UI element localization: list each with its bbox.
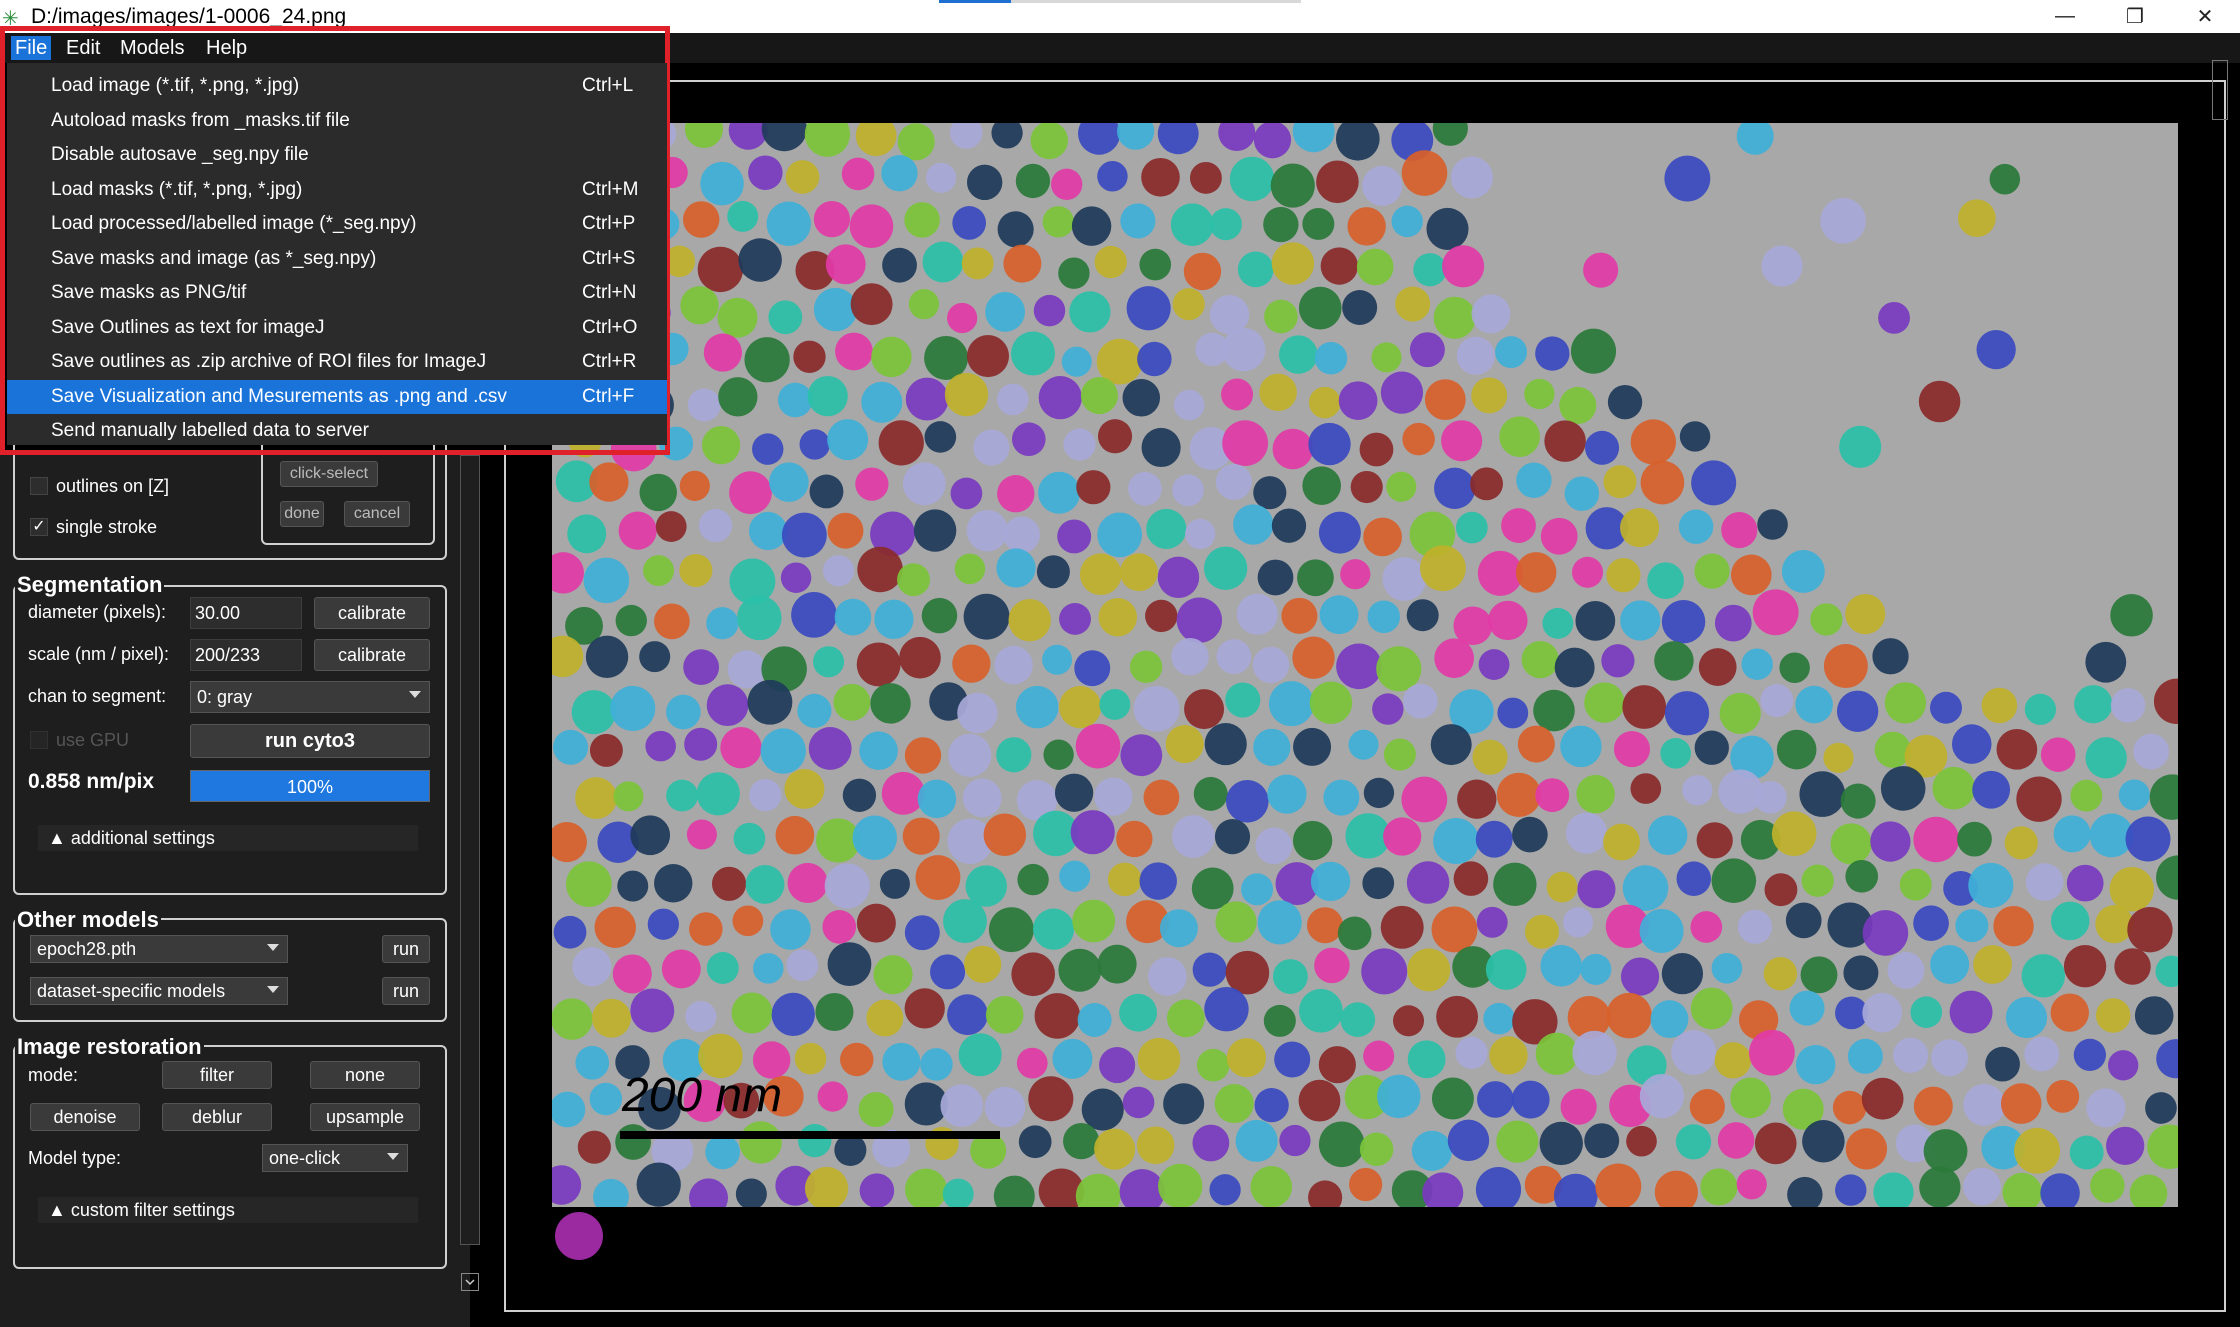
particle-masks [552, 123, 2178, 1207]
file-menu-item-label: Save masks and image (as *_seg.npy) [51, 247, 377, 269]
file-menu-item[interactable]: Save masks as PNG/tif Ctrl+N [7, 276, 667, 310]
file-menu-item-label: Load processed/labelled image (*_seg.npy… [51, 213, 417, 234]
progress-text: 100% [286, 777, 334, 797]
run-model-1-button[interactable]: run [382, 935, 430, 963]
run-model-2-button[interactable]: run [382, 977, 430, 1005]
scale-bar [620, 1131, 1000, 1139]
additional-settings-toggle[interactable]: ▲ additional settings [38, 825, 418, 851]
restore-button[interactable]: ❐ [2100, 0, 2170, 33]
file-menu-item[interactable]: Send manually labelled data to server [7, 414, 667, 448]
model-type-select[interactable]: one-click [262, 1144, 408, 1172]
file-menu-item-shortcut: Ctrl+M [582, 178, 639, 200]
upsample-button[interactable]: upsample [310, 1103, 420, 1131]
chan-label: chan to segment: [28, 686, 167, 706]
calibrate-diameter-button[interactable]: calibrate [314, 597, 430, 629]
done-button[interactable]: done [280, 501, 324, 527]
diameter-label: diameter (pixels): [28, 602, 167, 622]
viewer-scrollbar[interactable] [2212, 60, 2228, 120]
cancel-button[interactable]: cancel [344, 501, 410, 527]
file-menu-item-shortcut: Ctrl+N [582, 282, 637, 303]
single-stroke-label: single stroke [56, 517, 158, 537]
panel-scrollbar[interactable] [460, 455, 480, 1245]
file-menu-item-shortcut: Ctrl+L [582, 75, 634, 96]
file-menu-dropdown: Load image (*.tif, *.png, *.jpg) Ctrl+L Au… [7, 63, 667, 445]
segmentation-image[interactable]: 200 nm [552, 123, 2178, 1207]
chevron-down-icon [267, 986, 279, 993]
progress-bar: 100% [190, 770, 430, 802]
outlines-checkbox[interactable] [30, 477, 48, 495]
brush-indicator [555, 1212, 603, 1260]
file-menu-item[interactable]: Save Visualization and Mesurements as .p… [7, 379, 667, 414]
file-menu-item-shortcut: Ctrl+O [582, 316, 638, 338]
file-menu-item-label: Save masks as PNG/tif [51, 282, 247, 303]
tab-indicator-track [1011, 0, 1301, 3]
file-menu-item[interactable]: Load processed/labelled image (*_seg.npy… [7, 207, 667, 241]
file-menu-item-shortcut: Ctrl+P [582, 213, 636, 234]
nm-per-pix-readout: 0.858 nm/pix [28, 770, 155, 793]
file-menu-item-label: Autoload masks from _masks.tif file [51, 109, 350, 131]
filter-button[interactable]: filter [162, 1061, 272, 1089]
custom-filter-toggle[interactable]: ▲ custom filter settings [38, 1197, 418, 1223]
file-menu-item-label: Save Outlines as text for imageJ [51, 316, 325, 338]
roi-box [261, 440, 435, 545]
denoise-button[interactable]: denoise [30, 1103, 140, 1131]
other-models-title: Other models [15, 907, 161, 933]
use-gpu-checkbox[interactable] [30, 731, 48, 749]
scale-label: scale (nm / pixel): [28, 644, 170, 664]
chevron-down-icon [409, 691, 421, 698]
none-button[interactable]: none [310, 1061, 420, 1089]
file-menu-item-label: Load masks (*.tif, *.png, *.jpg) [51, 178, 303, 200]
chan-select-value: 0: gray [197, 687, 253, 707]
file-menu-item-shortcut: Ctrl+S [582, 247, 636, 269]
segmentation-title: Segmentation [15, 572, 165, 598]
file-menu-item[interactable]: Save Outlines as text for imageJ Ctrl+O [7, 311, 667, 345]
other-models-section [13, 918, 447, 1022]
scroll-down-arrow[interactable] [461, 1273, 479, 1291]
file-menu-item[interactable]: Disable autosave _seg.npy file [7, 138, 667, 172]
deblur-button[interactable]: deblur [162, 1103, 272, 1131]
file-menu-item[interactable]: Autoload masks from _masks.tif file [7, 104, 667, 138]
file-menu-item[interactable]: Load masks (*.tif, *.png, *.jpg) Ctrl+M [7, 173, 667, 207]
use-gpu-label: use GPU [56, 730, 130, 750]
file-menu-item-label: Send manually labelled data to server [51, 420, 369, 441]
tab-indicator [939, 0, 1011, 3]
model-type-value: one-click [269, 1148, 341, 1168]
file-menu-item-label: Save Visualization and Mesurements as .p… [51, 385, 507, 407]
model-select-1[interactable]: epoch28.pth [30, 935, 288, 963]
diameter-input[interactable]: 30.00 [190, 597, 302, 629]
file-menu-item[interactable]: Load image (*.tif, *.png, *.jpg) Ctrl+L [7, 69, 667, 103]
model-select-2-value: dataset-specific models [37, 981, 226, 1001]
close-button[interactable]: ✕ [2170, 0, 2240, 33]
scale-bar-label: 200 nm [622, 1069, 783, 1122]
model-select-1-value: epoch28.pth [37, 939, 137, 959]
outlines-label: outlines on [Z] [56, 476, 170, 496]
single-stroke-checkbox[interactable]: ✓ [30, 518, 48, 536]
model-select-2[interactable]: dataset-specific models [30, 977, 288, 1005]
restoration-title: Image restoration [15, 1034, 204, 1060]
run-cyto3-button[interactable]: run cyto3 [190, 724, 430, 758]
file-menu-item-label: Save outlines as .zip archive of ROI fil… [51, 351, 487, 372]
file-menu-item-shortcut: Ctrl+R [582, 351, 637, 372]
file-menu-item[interactable]: Save masks and image (as *_seg.npy) Ctrl+… [7, 242, 667, 276]
mode-label: mode: [28, 1065, 79, 1085]
minimize-button[interactable]: — [2030, 0, 2100, 33]
file-menu-item-label: Disable autosave _seg.npy file [51, 144, 309, 165]
chevron-down-icon [267, 944, 279, 951]
calibrate-scale-button[interactable]: calibrate [314, 639, 430, 671]
model-type-label: Model type: [28, 1148, 122, 1168]
file-menu-item-label: Load image (*.tif, *.png, *.jpg) [51, 75, 300, 96]
chevron-down-icon [387, 1153, 399, 1160]
chan-select[interactable]: 0: gray [190, 681, 430, 713]
file-menu-item[interactable]: Save outlines as .zip archive of ROI fil… [7, 345, 667, 379]
chevron-down-icon [465, 1279, 475, 1286]
click-select-button[interactable]: click-select [280, 461, 378, 487]
scale-input[interactable]: 200/233 [190, 639, 302, 671]
file-menu-item-shortcut: Ctrl+F [582, 385, 635, 407]
